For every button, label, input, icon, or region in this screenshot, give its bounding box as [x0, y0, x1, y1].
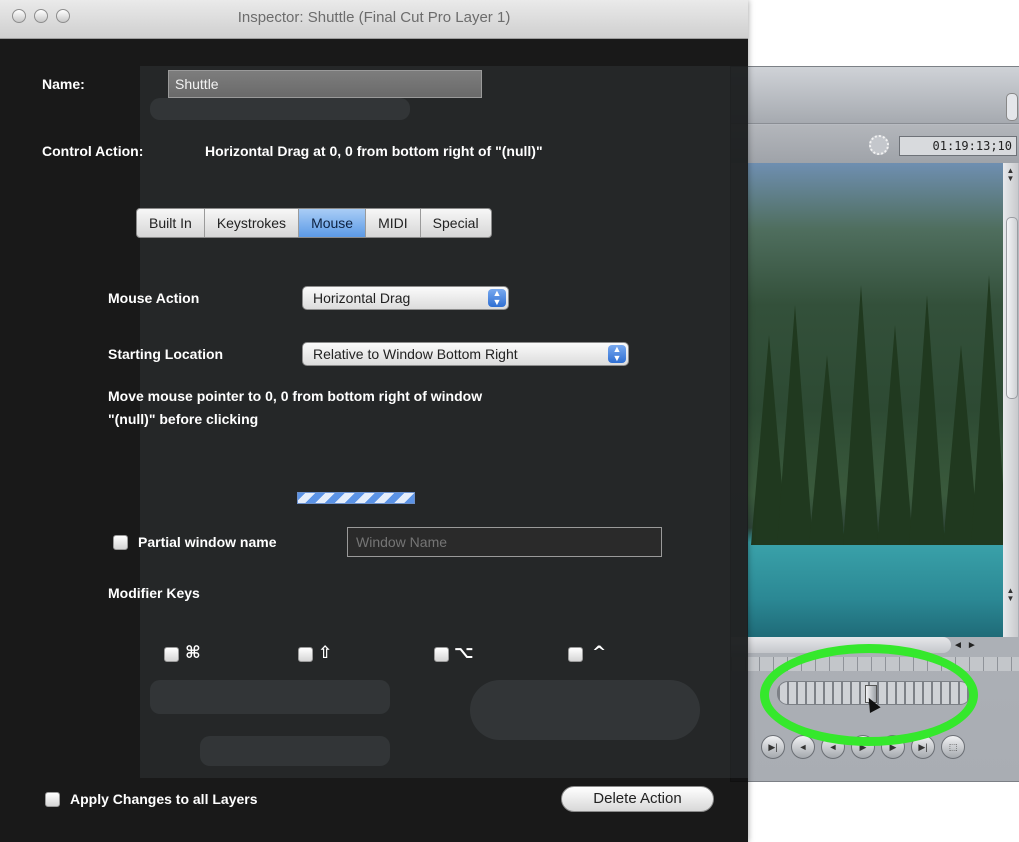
command-key-checkbox[interactable]: [164, 647, 179, 662]
action-type-tabs: Built In Keystrokes Mouse MIDI Special: [136, 208, 492, 238]
scroll-arrows-icon[interactable]: ▲ ▼: [1004, 167, 1017, 183]
control-action-label: Control Action:: [42, 143, 144, 159]
control-action-value: Horizontal Drag at 0, 0 from bottom righ…: [205, 143, 543, 159]
tree-shape: [971, 275, 1003, 545]
tree-shape: [877, 325, 913, 545]
popup-arrows-icon: ▲ ▼: [608, 345, 626, 363]
tab-built-in[interactable]: Built In: [137, 209, 205, 237]
tree-shape: [809, 355, 845, 545]
partial-window-label[interactable]: Partial window name: [138, 534, 276, 550]
control-key-icon: ^: [592, 643, 607, 663]
previous-edit-icon[interactable]: ▶|: [761, 735, 785, 759]
mouse-action-value: Horizontal Drag: [313, 290, 411, 306]
scroll-arrows-icon[interactable]: ▲ ▼: [1004, 587, 1017, 603]
progress-indicator: [297, 492, 415, 504]
ghost-jog-area: [150, 680, 390, 714]
ghost-tab-strip: [150, 98, 410, 120]
name-field[interactable]: [168, 70, 482, 98]
delete-action-button[interactable]: Delete Action: [561, 786, 714, 812]
mouse-action-popup[interactable]: Horizontal Drag ▲ ▼: [302, 286, 509, 310]
window-title: Inspector: Shuttle (Final Cut Pro Layer …: [237, 9, 511, 26]
mouse-action-label: Mouse Action: [108, 290, 200, 306]
tab-special[interactable]: Special: [421, 209, 491, 237]
step-back-icon[interactable]: ◄: [791, 735, 815, 759]
match-frame-icon[interactable]: ⬚: [941, 735, 965, 759]
apply-all-layers-checkbox[interactable]: [45, 792, 60, 807]
control-key-checkbox[interactable]: [568, 647, 583, 662]
modifier-keys-label: Modifier Keys: [108, 585, 200, 601]
description-line-1: Move mouse pointer to 0, 0 from bottom r…: [108, 388, 483, 404]
inspector-window: Inspector: Shuttle (Final Cut Pro Layer …: [0, 0, 748, 842]
tree-shape: [843, 285, 879, 545]
fcp-video-frame: [747, 163, 1003, 637]
fcp-scroll-thumb[interactable]: [1006, 217, 1018, 399]
ghost-transport: [470, 680, 700, 740]
window-name-field[interactable]: [347, 527, 662, 557]
name-label: Name:: [42, 76, 85, 92]
shift-key-icon: ⇧: [318, 643, 333, 663]
command-key-icon: ⌘: [185, 643, 201, 663]
starting-location-value: Relative to Window Bottom Right: [313, 346, 518, 362]
partial-window-checkbox[interactable]: [113, 535, 128, 550]
option-key-icon: ⌥: [454, 643, 474, 663]
popup-arrows-icon: ▲ ▼: [488, 289, 506, 307]
description-line-2: "(null)" before clicking: [108, 411, 259, 427]
tree-shape: [909, 295, 945, 545]
inspector-title-bar[interactable]: Inspector: Shuttle (Final Cut Pro Layer …: [0, 0, 748, 39]
tab-keystrokes[interactable]: Keystrokes: [205, 209, 300, 237]
starting-location-label: Starting Location: [108, 346, 224, 362]
tree-shape: [777, 305, 813, 545]
fcp-timecode-field[interactable]: 01:19:13;10: [899, 136, 1017, 156]
fcp-window-knob[interactable]: [1006, 93, 1018, 121]
shift-key-checkbox[interactable]: [298, 647, 313, 662]
fcp-hscroll-buttons[interactable]: ◄ ►: [953, 637, 997, 653]
option-key-checkbox[interactable]: [434, 647, 449, 662]
fcp-zoom-icon[interactable]: [869, 135, 889, 155]
fcp-title-bar: [731, 67, 1019, 124]
apply-all-layers-label[interactable]: Apply Changes to all Layers: [70, 791, 258, 807]
scroll-right-icon[interactable]: ►: [967, 640, 977, 651]
ghost-buttons: [200, 736, 390, 766]
starting-location-popup[interactable]: Relative to Window Bottom Right ▲ ▼: [302, 342, 629, 366]
tab-midi[interactable]: MIDI: [366, 209, 421, 237]
shuttle-highlight-ring: [760, 644, 978, 746]
scroll-left-icon[interactable]: ◄: [953, 640, 963, 651]
tab-mouse[interactable]: Mouse: [299, 209, 367, 237]
